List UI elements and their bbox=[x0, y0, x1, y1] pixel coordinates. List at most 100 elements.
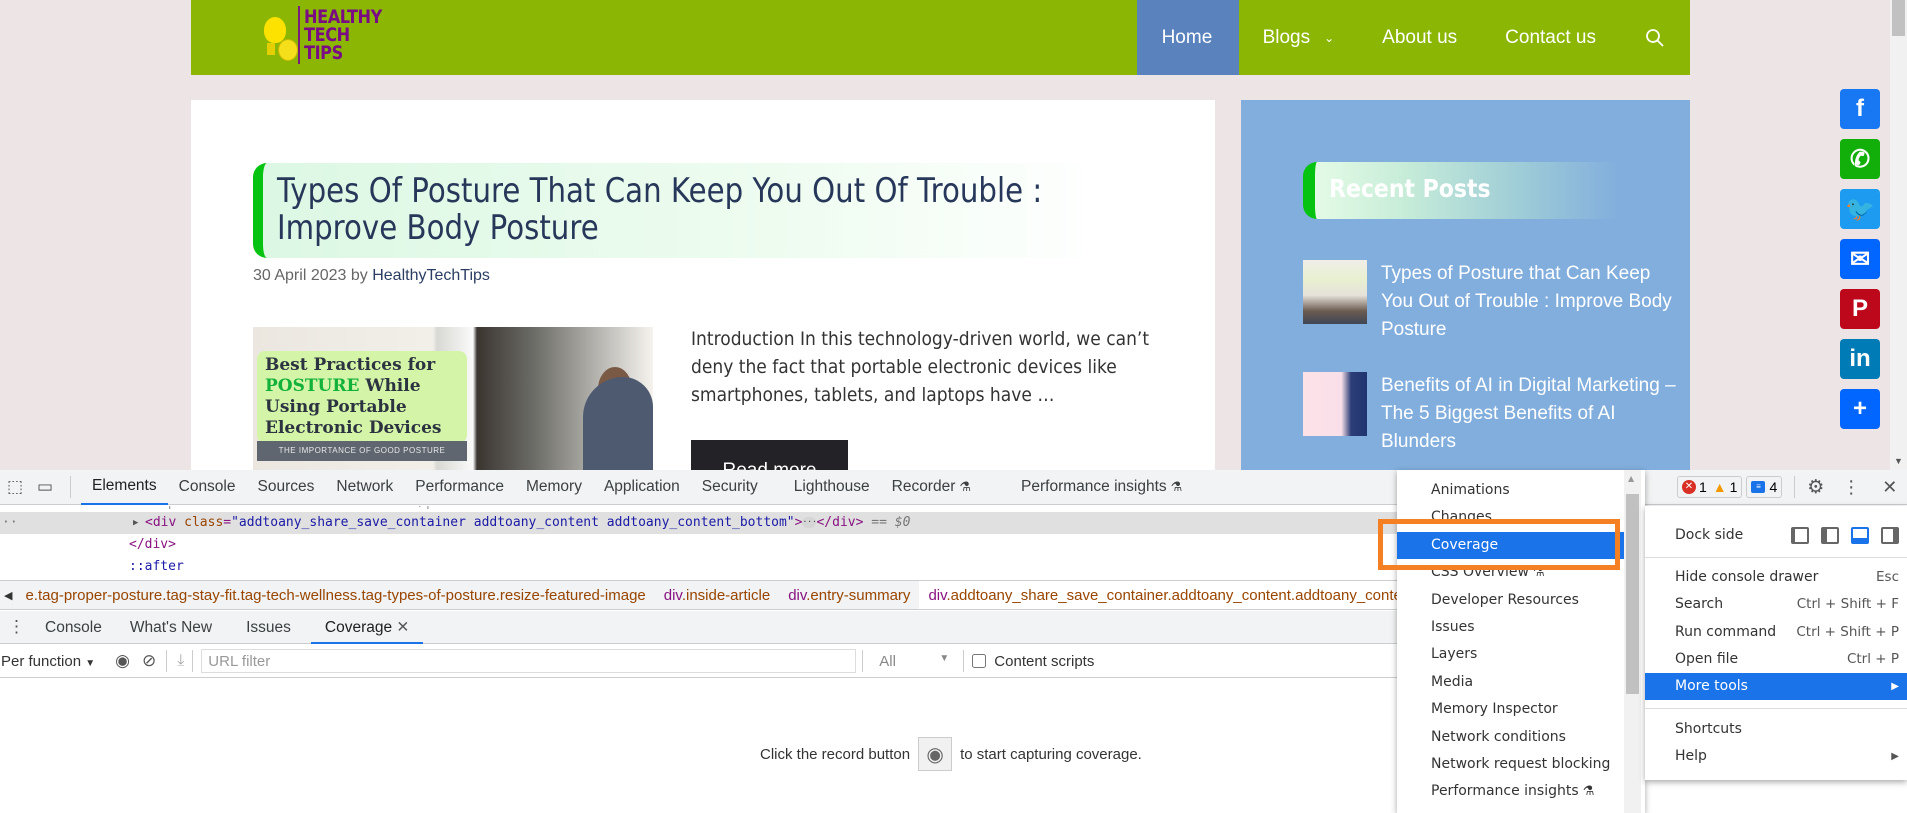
post-title[interactable]: Types Of Posture That Can Keep You Out O… bbox=[277, 173, 1137, 247]
nav-blogs[interactable]: Blogs ⌄ bbox=[1239, 0, 1359, 75]
submenu-arrow-icon: ▶ bbox=[1891, 681, 1899, 692]
more-tools-item-animations[interactable]: Animations bbox=[1397, 477, 1624, 504]
menu-item-shortcuts[interactable]: Shortcuts bbox=[1645, 716, 1907, 743]
tab-sources[interactable]: Sources bbox=[247, 470, 326, 505]
dom-line-selected[interactable]: ·· ▶ <div class="addtoany_share_save_con… bbox=[0, 512, 1400, 534]
tab-memory[interactable]: Memory bbox=[515, 470, 593, 505]
inspect-element-icon[interactable]: ⬚ bbox=[0, 470, 30, 505]
scroll-down-arrow-icon[interactable]: ▼ bbox=[1894, 456, 1903, 466]
pinterest-share-button[interactable]: P bbox=[1840, 289, 1880, 329]
whatsapp-share-button[interactable]: ✆ bbox=[1840, 139, 1880, 179]
url-filter-input[interactable] bbox=[201, 649, 857, 673]
menu-item-run-command[interactable]: Run command Ctrl + Shift + P bbox=[1645, 619, 1907, 646]
breadcrumb-item[interactable]: div.entry-summary bbox=[779, 581, 919, 609]
breadcrumb-item[interactable]: e.tag-proper-posture.tag-stay-fit.tag-te… bbox=[16, 581, 654, 609]
messages-counter[interactable]: ≡ 4 bbox=[1746, 476, 1783, 498]
more-tools-item-issues[interactable]: Issues bbox=[1397, 614, 1624, 641]
tab-application[interactable]: Application bbox=[593, 470, 691, 505]
tab-security[interactable]: Security bbox=[691, 470, 769, 505]
tab-recorder[interactable]: Recorder ⚗ bbox=[881, 470, 982, 505]
recent-post-link[interactable]: Benefits of AI in Digital Marketing – Th… bbox=[1381, 372, 1681, 456]
email-share-button[interactable]: ✉ bbox=[1840, 239, 1880, 279]
sidebar: Recent Posts Types of Posture that Can K… bbox=[1241, 100, 1690, 470]
undock-icon[interactable] bbox=[1791, 526, 1809, 544]
record-icon[interactable]: ◉ bbox=[115, 651, 130, 671]
search-icon bbox=[1646, 28, 1664, 47]
content-scripts-label: Content scripts bbox=[994, 652, 1095, 670]
logo-text: HEALTHY TECH TIPS bbox=[304, 6, 382, 64]
more-options-icon[interactable]: ⋮ bbox=[1842, 477, 1860, 498]
device-toolbar-icon[interactable]: ▭ bbox=[30, 470, 60, 505]
dock-bottom-icon[interactable] bbox=[1851, 526, 1869, 544]
export-icon[interactable]: ⤓ bbox=[177, 652, 184, 670]
coverage-mode-select[interactable]: Per function ▼ bbox=[0, 653, 99, 670]
drawer-tab-console[interactable]: Console bbox=[31, 611, 116, 644]
ellipsis-icon[interactable]: ··· bbox=[802, 517, 817, 528]
more-tools-item-network-request-blocking[interactable]: Network request blocking bbox=[1397, 751, 1624, 778]
record-icon: ◉ bbox=[926, 743, 944, 766]
breadcrumb-scroll-left-icon[interactable]: ◀ bbox=[0, 589, 16, 602]
post-meta: 30 April 2023 by HealthyTechTips bbox=[253, 267, 490, 284]
post-date: 30 April 2023 bbox=[253, 267, 347, 284]
tab-network[interactable]: Network bbox=[325, 470, 404, 505]
facebook-share-button[interactable]: f bbox=[1840, 89, 1880, 129]
addtoany-share-button[interactable]: + bbox=[1840, 389, 1880, 429]
menu-item-open-file[interactable]: Open file Ctrl + P bbox=[1645, 646, 1907, 673]
tab-console[interactable]: Console bbox=[168, 470, 247, 505]
tab-elements[interactable]: Elements bbox=[81, 470, 168, 505]
more-tools-item-media[interactable]: Media bbox=[1397, 669, 1624, 696]
drawer-tab-coverage[interactable]: Coverage ✕ bbox=[310, 611, 424, 644]
clear-icon[interactable]: ⊘ bbox=[142, 651, 156, 671]
menu-item-more-tools[interactable]: More tools ▶ bbox=[1645, 673, 1907, 700]
site-logo[interactable]: HEALTHY TECH TIPS bbox=[252, 4, 396, 66]
menu-item-hide-console-drawer[interactable]: Hide console drawer Esc bbox=[1645, 564, 1907, 591]
breadcrumb-item[interactable]: div.addtoany_share_save_container.addtoa… bbox=[919, 581, 1400, 609]
recent-post-thumbnail[interactable] bbox=[1303, 372, 1367, 436]
recent-post-item: Benefits of AI in Digital Marketing – Th… bbox=[1303, 372, 1683, 456]
drawer-tab-issues[interactable]: Issues bbox=[232, 611, 305, 644]
close-devtools-icon[interactable]: ✕ bbox=[1882, 477, 1897, 498]
recent-post-link[interactable]: Types of Posture that Can Keep You Out o… bbox=[1381, 260, 1681, 344]
close-tab-icon[interactable]: ✕ bbox=[392, 619, 409, 636]
more-tools-item-layers[interactable]: Layers bbox=[1397, 641, 1624, 668]
start-recording-button[interactable]: ◉ bbox=[918, 737, 953, 771]
post-author[interactable]: HealthyTechTips bbox=[372, 267, 490, 284]
tab-lighthouse[interactable]: Lighthouse bbox=[783, 470, 881, 505]
expand-triangle-icon[interactable]: ▶ bbox=[133, 512, 138, 534]
nav-about-us[interactable]: About us bbox=[1358, 0, 1481, 75]
errors-warnings-counter[interactable]: ✕ 1 ▲ 1 bbox=[1677, 476, 1743, 498]
submenu-scrollbar[interactable]: ▲ bbox=[1624, 470, 1641, 813]
dock-right-icon[interactable] bbox=[1881, 526, 1899, 544]
type-filter-select[interactable]: All ▼ bbox=[869, 653, 959, 670]
dock-left-icon[interactable] bbox=[1821, 526, 1839, 544]
dom-line[interactable]: </div> bbox=[0, 534, 1400, 556]
tab-performance[interactable]: Performance bbox=[404, 470, 515, 505]
page-scrollbar[interactable]: ▼ bbox=[1890, 0, 1907, 470]
more-tools-item-memory-inspector[interactable]: Memory Inspector bbox=[1397, 696, 1624, 723]
featured-image[interactable]: Best Practices for POSTURE While Using P… bbox=[253, 327, 653, 470]
menu-item-help[interactable]: Help ▶ bbox=[1645, 743, 1907, 770]
settings-gear-icon[interactable]: ⚙ bbox=[1807, 476, 1824, 498]
twitter-share-button[interactable]: 🐦 bbox=[1840, 189, 1880, 229]
nav-home[interactable]: Home bbox=[1136, 0, 1239, 75]
more-tools-item-performance-insights[interactable]: Performance insights ⚗ bbox=[1397, 778, 1624, 805]
tab-performance-insights[interactable]: Performance insights ⚗ bbox=[1010, 470, 1193, 505]
more-tools-item-network-conditions[interactable]: Network conditions bbox=[1397, 724, 1624, 751]
content-scripts-checkbox[interactable] bbox=[972, 654, 987, 668]
article-card: Types Of Posture That Can Keep You Out O… bbox=[191, 100, 1215, 475]
more-tools-item-developer-resources[interactable]: Developer Resources bbox=[1397, 587, 1624, 614]
image-headline: Best Practices for POSTURE While Using P… bbox=[257, 351, 467, 443]
recent-post-thumbnail[interactable] bbox=[1303, 260, 1367, 324]
drawer-tab-what-s-new[interactable]: What's New bbox=[116, 611, 226, 644]
recent-post-item: Types of Posture that Can Keep You Out o… bbox=[1303, 260, 1683, 344]
addtoany-icon: + bbox=[1852, 395, 1867, 422]
nav-contact-us[interactable]: Contact us bbox=[1481, 0, 1620, 75]
pinterest-icon: P bbox=[1851, 295, 1868, 322]
menu-item-search[interactable]: Search Ctrl + Shift + F bbox=[1645, 591, 1907, 618]
breadcrumb-item[interactable]: div.inside-article bbox=[655, 581, 779, 609]
search-button[interactable] bbox=[1620, 0, 1690, 75]
post-excerpt: Introduction In this technology-driven w… bbox=[691, 328, 1150, 406]
drawer-menu-icon[interactable]: ⋮ bbox=[0, 617, 31, 637]
dom-line[interactable]: ::after bbox=[0, 556, 1400, 578]
linkedin-share-button[interactable]: in bbox=[1840, 339, 1880, 379]
